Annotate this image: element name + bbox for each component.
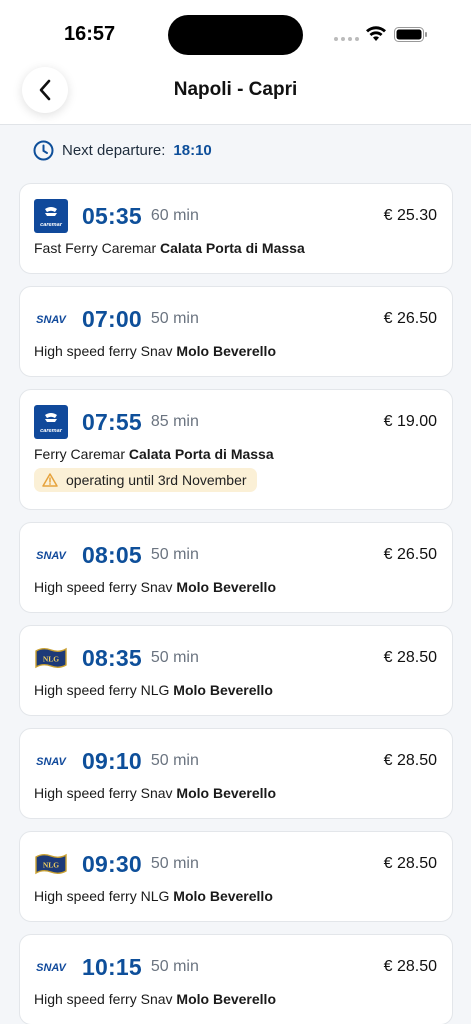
status-bar: 16:57	[0, 0, 471, 60]
warning-text: operating until 3rd November	[66, 472, 247, 488]
price: € 26.50	[383, 310, 437, 327]
price: € 25.30	[383, 207, 437, 224]
departure-time: 07:00	[82, 305, 142, 332]
service-name: Ferry Caremar	[34, 446, 126, 462]
wifi-icon	[366, 26, 386, 41]
snav-logo-icon: SNAV	[34, 950, 68, 984]
warning-icon	[42, 473, 58, 487]
port-name: Molo Beverello	[176, 579, 277, 595]
port-name: Molo Beverello	[173, 682, 273, 698]
duration: 50 min	[150, 855, 199, 872]
duration: 85 min	[150, 413, 199, 430]
nlg-logo-icon: NLG	[34, 847, 68, 881]
price: € 28.50	[383, 958, 437, 975]
snav-logo-icon: SNAV	[34, 744, 68, 778]
port-name: Molo Beverello	[176, 785, 277, 801]
price: € 28.50	[383, 649, 437, 666]
duration: 50 min	[150, 752, 199, 769]
departure-time: 09:30	[82, 850, 142, 877]
svg-text:NLG: NLG	[43, 655, 59, 664]
next-departure-time: 18:10	[173, 142, 212, 159]
departure-card[interactable]: NLG 09:30 50 min € 28.50 High speed ferr…	[19, 831, 453, 922]
port-name: Calata Porta di Massa	[160, 240, 305, 256]
next-departure: Next departure: 18:10	[33, 140, 212, 161]
svg-text:SNAV: SNAV	[36, 756, 67, 768]
svg-text:caremar: caremar	[40, 222, 63, 228]
svg-text:SNAV: SNAV	[36, 550, 67, 562]
port-name: Molo Beverello	[176, 343, 277, 359]
duration: 50 min	[150, 649, 199, 666]
duration: 60 min	[150, 207, 199, 224]
duration: 50 min	[150, 958, 199, 975]
departure-description: Fast Ferry Caremar Calata Porta di Massa	[34, 240, 438, 273]
signal-icon	[334, 37, 359, 41]
warning-badge: operating until 3rd November	[34, 468, 257, 492]
clock-icon	[33, 140, 54, 161]
service-name: High speed ferry Snav	[34, 991, 173, 1007]
departure-time: 09:10	[82, 747, 142, 774]
departure-card[interactable]: caremar 05:35 60 min € 25.30 Fast Ferry …	[19, 183, 453, 274]
status-time: 16:57	[64, 23, 116, 45]
departure-description: High speed ferry Snav Molo Beverello	[34, 785, 438, 818]
svg-text:caremar: caremar	[40, 428, 63, 434]
service-name: High speed ferry NLG	[34, 888, 170, 904]
port-name: Molo Beverello	[176, 991, 277, 1007]
departure-card[interactable]: caremar 07:55 85 min € 19.00 Ferry Carem…	[19, 389, 453, 510]
departure-description: High speed ferry Snav Molo Beverello	[34, 579, 438, 612]
departure-card[interactable]: SNAV 07:00 50 min € 26.50 High speed fer…	[19, 286, 453, 377]
service-name: Fast Ferry Caremar	[34, 240, 157, 256]
battery-icon	[394, 27, 427, 42]
header: Napoli - Capri	[0, 60, 471, 125]
caremar-logo-icon: caremar	[34, 199, 68, 233]
departure-time: 08:35	[82, 644, 142, 671]
duration: 50 min	[150, 310, 199, 327]
service-name: High speed ferry Snav	[34, 343, 173, 359]
port-name: Calata Porta di Massa	[128, 446, 274, 462]
nlg-logo-icon: NLG	[34, 641, 68, 675]
snav-logo-icon: SNAV	[34, 302, 68, 336]
departure-list: caremar 05:35 60 min € 25.30 Fast Ferry …	[19, 183, 453, 1024]
departure-description: High speed ferry NLG Molo Beverello	[34, 682, 438, 715]
departure-time: 05:35	[82, 202, 142, 229]
service-name: High speed ferry Snav	[34, 785, 173, 801]
price: € 28.50	[383, 752, 437, 769]
next-departure-label: Next departure:	[62, 142, 166, 159]
departure-card[interactable]: NLG 08:35 50 min € 28.50 High speed ferr…	[19, 625, 453, 716]
service-name: High speed ferry Snav	[34, 579, 173, 595]
page-title: Napoli - Capri	[173, 79, 298, 100]
departure-card[interactable]: SNAV 08:05 50 min € 26.50 High speed fer…	[19, 522, 453, 613]
svg-text:NLG: NLG	[43, 861, 59, 870]
svg-text:SNAV: SNAV	[36, 314, 67, 326]
port-name: Molo Beverello	[173, 888, 273, 904]
price: € 19.00	[383, 413, 437, 430]
departure-description: High speed ferry NLG Molo Beverello	[34, 888, 438, 921]
caremar-logo-icon: caremar	[34, 405, 68, 439]
snav-logo-icon: SNAV	[34, 538, 68, 572]
departure-time: 07:55	[82, 408, 142, 435]
duration: 50 min	[150, 546, 199, 563]
svg-text:SNAV: SNAV	[36, 962, 67, 974]
departure-time: 08:05	[82, 541, 142, 568]
departure-description: High speed ferry Snav Molo Beverello	[34, 991, 438, 1024]
departure-time: 10:15	[82, 953, 142, 980]
price: € 26.50	[383, 546, 437, 563]
departure-card[interactable]: SNAV 09:10 50 min € 28.50 High speed fer…	[19, 728, 453, 819]
dynamic-island	[168, 15, 303, 55]
departure-description: High speed ferry Snav Molo Beverello	[34, 343, 438, 376]
price: € 28.50	[383, 855, 437, 872]
departure-card[interactable]: SNAV 10:15 50 min € 28.50 High speed fer…	[19, 934, 453, 1024]
service-name: High speed ferry NLG	[34, 682, 170, 698]
